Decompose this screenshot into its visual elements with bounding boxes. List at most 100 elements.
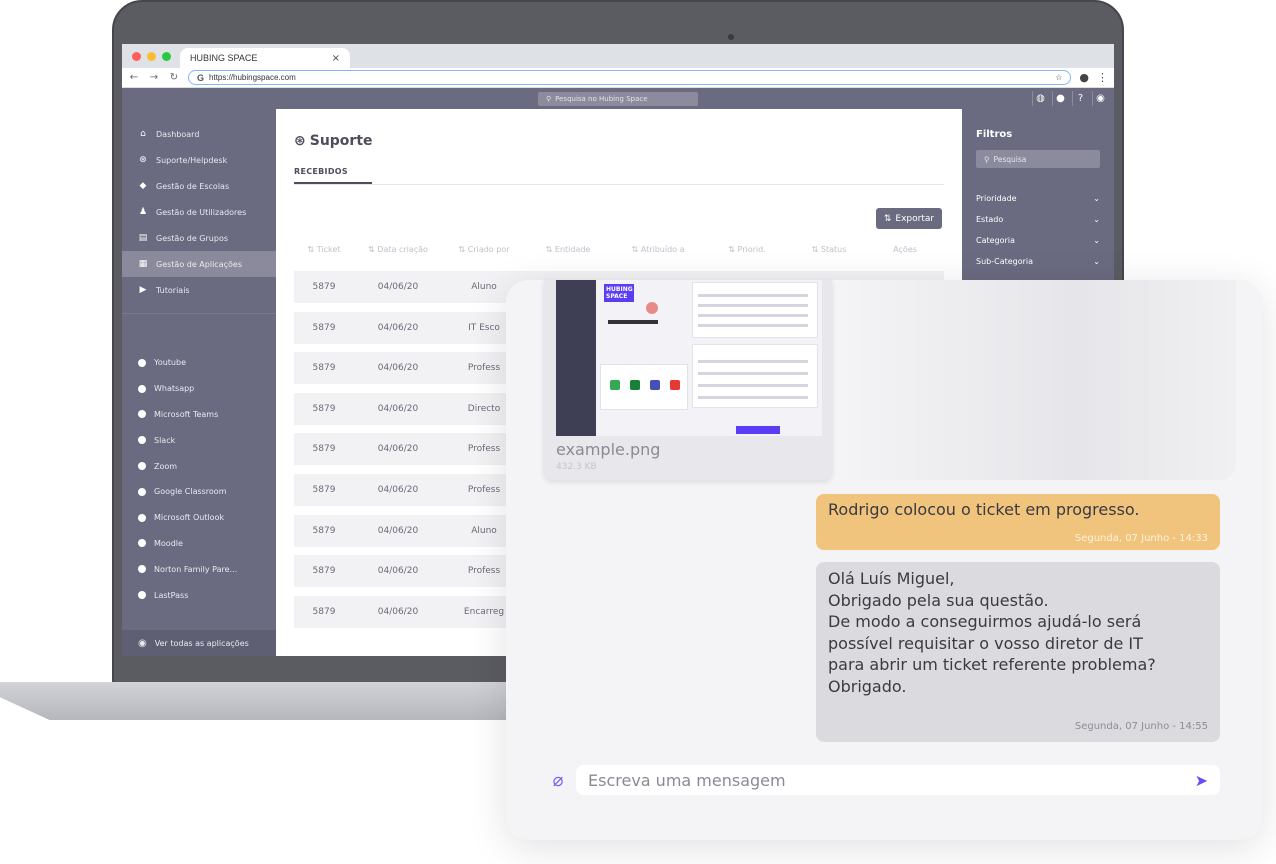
sidebar-app-norton[interactable]: Norton Family Pare... [122,556,276,582]
cell-date: 04/06/20 [377,525,419,536]
sidebar-item-tutoriais[interactable]: ▶ Tutoriais [122,277,276,303]
sidebar-app-zoom[interactable]: Zoom [122,453,276,479]
column-header-data[interactable]: ⇅ Data criação [354,245,442,254]
filters-search-input[interactable]: ⚲ Pesquisa [976,150,1100,168]
column-header-criado[interactable]: ⇅ Criado por [442,245,526,254]
sidebar-item-dashboard[interactable]: ⌂ Dashboard [122,121,276,147]
minimize-window-button[interactable] [147,52,156,61]
tab-title: HUBING SPACE [190,53,258,63]
sidebar-item-label: Dashboard [156,129,200,139]
sidebar-app-lastpass[interactable]: LastPass [122,582,276,608]
chat-panel: HUBING SPACE example.png 432.3 KB Rodrig… [506,280,1262,840]
column-header-prioridade[interactable]: ⇅ Priorid. [706,245,788,254]
thumb-button [736,426,780,434]
filter-estado[interactable]: Estado ⌄ [976,209,1100,230]
cell-ticket: 5879 [312,403,336,414]
search-icon: ⚲ [546,94,552,103]
sidebar-item-escolas[interactable]: ◆ Gestão de Escolas [122,173,276,199]
filter-label: Sub-Categoria [976,257,1034,266]
sidebar-item-label: Gestão de Aplicações [156,259,242,269]
back-icon[interactable]: ← [128,72,140,83]
lifebuoy-icon: ⊛ [294,133,306,149]
thumb-line [698,324,808,327]
sidebar-app-classroom[interactable]: Google Classroom [122,479,276,505]
page-title: ⊛ Suporte [294,133,962,149]
cell-date: 04/06/20 [377,484,419,495]
sidebar-item-suporte[interactable]: ⊛ Suporte/Helpdesk [122,147,276,173]
agent-message-time: Segunda, 07 Junho - 14:55 [1074,721,1208,732]
cell-date: 04/06/20 [377,282,419,292]
export-button[interactable]: ⇅ Exportar [876,208,942,229]
tab-close-icon[interactable]: × [332,53,340,64]
agent-message-line: Obrigado. [828,676,907,696]
chevron-down-icon: ⌄ [1093,257,1100,266]
agent-message-line: para abrir um ticket referente problema? [828,655,1156,674]
group-icon: ▤ [138,233,148,243]
paperclip-icon[interactable]: ⌀ [550,769,566,791]
filter-subcategoria[interactable]: Sub-Categoria ⌄ [976,251,1100,272]
thumb-app-icon [670,380,680,390]
column-header-atribuido[interactable]: ⇅ Atribuído a [610,245,706,254]
star-icon[interactable]: ☆ [1055,73,1062,82]
google-icon: G [197,72,205,83]
sidebar: ⌂ Dashboard ⊛ Suporte/Helpdesk ◆ Gestão de … [122,109,276,656]
agent-message-line: Olá Luís Miguel, [828,569,955,588]
cell-ticket: 5879 [312,606,336,617]
camera [728,34,734,40]
sidebar-item-utilizadores[interactable]: ♟ Gestão de Utilizadores [122,199,276,225]
app-label: Youtube [154,358,186,368]
reload-icon[interactable]: ↻ [168,72,180,83]
browser-tab[interactable]: HUBING SPACE × [180,48,350,68]
thumb-line [698,294,808,297]
app-dot-icon [138,462,146,471]
cell-date: 04/06/20 [377,606,419,617]
column-header-ticket[interactable]: ⇅ Ticket [294,245,354,254]
chevron-down-icon: ⌄ [1093,194,1100,203]
column-header-acoes: Ações [893,245,917,254]
sidebar-app-teams[interactable]: Microsoft Teams [122,402,276,428]
close-window-button[interactable] [132,52,141,61]
user-icon[interactable]: ◉ [1092,91,1108,106]
message-input[interactable]: Escreva uma mensagem ➤ [576,765,1220,795]
help-icon[interactable]: ? [1072,91,1088,106]
thumb-desk [608,320,658,324]
menu-icon[interactable]: ⋮ [1097,71,1108,84]
sidebar-app-outlook[interactable]: Microsoft Outlook [122,505,276,531]
filters-title: Filtros [976,129,1013,140]
system-message-text: Rodrigo colocou o ticket em progresso. [828,500,1140,519]
message-input-placeholder: Escreva uma mensagem [588,770,786,790]
sidebar-app-moodle[interactable]: Moodle [122,531,276,557]
profile-icon[interactable]: ● [1079,71,1089,84]
cell-date: 04/06/20 [377,444,419,455]
send-icon[interactable]: ➤ [1195,771,1208,790]
maximize-window-button[interactable] [162,52,171,61]
filter-prioridade[interactable]: Prioridade ⌄ [976,188,1100,209]
window-controls [132,52,171,61]
thumb-line [698,384,808,387]
sidebar-app-whatsapp[interactable]: Whatsapp [122,376,276,402]
filter-categoria[interactable]: Categoria ⌄ [976,230,1100,251]
url-field[interactable]: G https://hubingspace.com ☆ [188,70,1072,85]
tab-recebidos[interactable]: RECEBIDOS [294,167,372,184]
attachment-card[interactable]: HUBING SPACE example.png 432.3 KB [544,280,832,480]
column-header-status[interactable]: ⇅ Status [788,245,870,254]
global-search[interactable]: ⚲ Pesquisa no Hubing Space [538,91,698,106]
sidebar-app-youtube[interactable]: Youtube [122,350,276,376]
filter-label: Estado [976,215,1004,224]
address-bar: ← → ↻ G https://hubingspace.com ☆ ● ⋮ [122,68,1114,88]
see-all-apps-link[interactable]: ◉ Ver todas as aplicações [122,630,276,656]
cell-date: 04/06/20 [377,363,419,374]
notifications-icon[interactable]: ● [1052,91,1068,106]
forward-icon[interactable]: → [148,72,160,83]
agent-message-line: De modo a conseguirmos ajudá-lo será [828,612,1142,631]
app-dot-icon [138,410,146,419]
app-dot-icon [138,591,146,600]
sidebar-item-aplicacoes[interactable]: ▦ Gestão de Aplicações [122,251,276,277]
column-header-entidade[interactable]: ⇅ Entidade [526,245,610,254]
attachment-filename: example.png [556,440,661,459]
cell-ticket: 5879 [312,444,336,455]
globe-icon[interactable]: ◍ [1032,91,1048,106]
url-text: https://hubingspace.com [209,73,296,82]
sidebar-item-grupos[interactable]: ▤ Gestão de Grupos [122,225,276,251]
sidebar-app-slack[interactable]: Slack [122,427,276,453]
